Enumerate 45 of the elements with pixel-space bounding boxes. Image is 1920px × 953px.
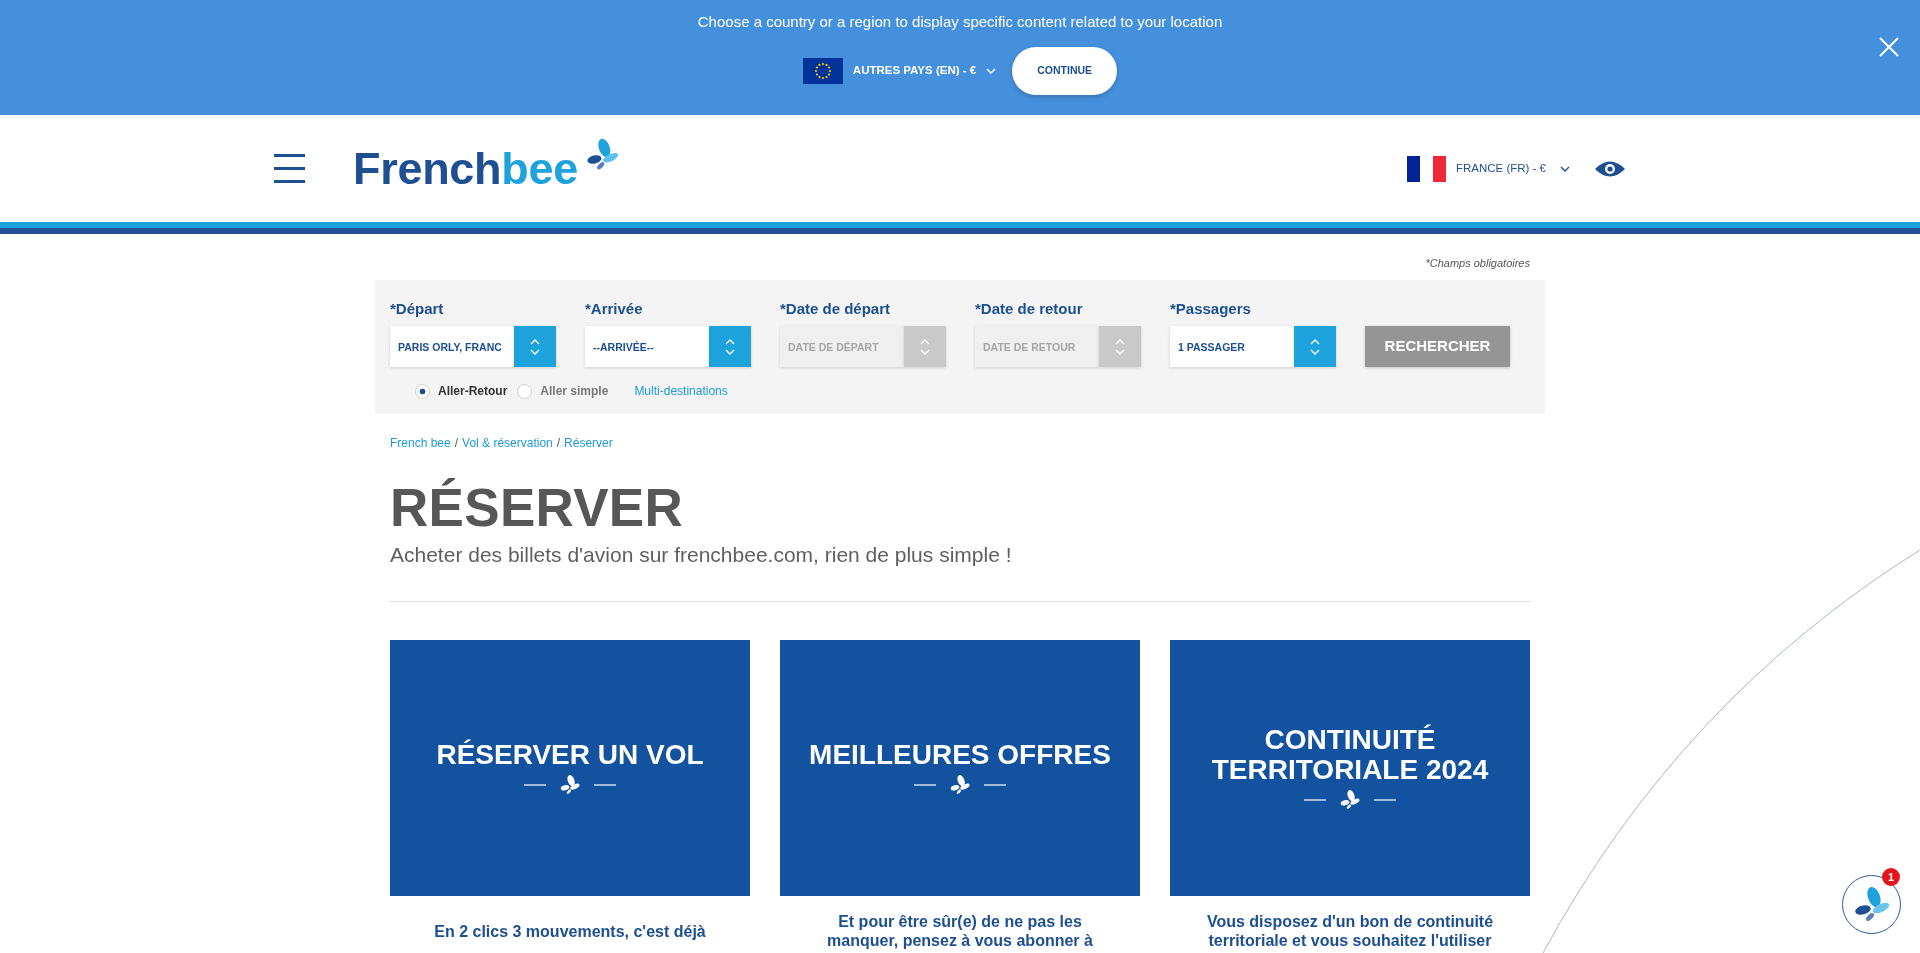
butterfly-divider-icon bbox=[524, 774, 616, 796]
butterfly-divider-icon bbox=[914, 774, 1006, 796]
promo-tile[interactable]: CONTINUITÉ TERRITORIALE 2024 bbox=[1170, 640, 1530, 896]
tile-title: MEILLEURES OFFRES bbox=[808, 740, 1112, 770]
input-field[interactable]: 1 PASSAGER bbox=[1170, 326, 1294, 367]
tile-title: CONTINUITÉ TERRITORIALE 2024 bbox=[1210, 725, 1490, 785]
menu-icon bbox=[274, 154, 305, 183]
page-title: RÉSERVER bbox=[390, 479, 685, 537]
breadcrumb-separator: / bbox=[556, 435, 561, 451]
close-icon bbox=[1879, 37, 1899, 57]
chevron-down-icon bbox=[986, 68, 997, 74]
required-note: *Champs obligatoires bbox=[1424, 256, 1531, 270]
continue-button[interactable]: CONTINUE bbox=[1012, 47, 1118, 95]
trip-type-option[interactable]: Aller simple bbox=[517, 382, 609, 400]
tile-description: Vous disposez d'un bon de continuité territoriale et vous souhaitez l'utiliser bbox=[1206, 912, 1494, 950]
dropdown-toggle[interactable] bbox=[1294, 326, 1336, 367]
input-field[interactable]: --ARRIVÉE-- bbox=[585, 326, 709, 367]
close-button[interactable] bbox=[1879, 37, 1899, 57]
tile-title: RÉSERVER UN VOL bbox=[435, 740, 705, 770]
field-label: *Passagers bbox=[1170, 300, 1252, 318]
dropdown-toggle[interactable] bbox=[514, 326, 556, 367]
butterfly-divider-icon bbox=[1304, 789, 1396, 811]
tile-description: Et pour être sûr(e) de ne pas les manquer, pensez à vous abonner à bbox=[827, 912, 1093, 950]
field-label: *Date de retour bbox=[975, 300, 1084, 318]
menu-button[interactable] bbox=[274, 154, 305, 183]
france-flag-icon bbox=[1406, 155, 1446, 182]
field-label: *Date de départ bbox=[780, 300, 892, 318]
radio-button[interactable] bbox=[517, 383, 533, 399]
language-dropdown[interactable]: FRANCE (FR) - € bbox=[1406, 155, 1570, 182]
promo-tile[interactable]: RÉSERVER UN VOL bbox=[390, 640, 750, 896]
radio-button[interactable] bbox=[415, 383, 430, 399]
tile-description: En 2 clics 3 mouvements, c'est déjà bbox=[434, 921, 706, 941]
banner-message: Choose a country or a region to display specific content related to your location bbox=[697, 12, 1223, 32]
field-label: *Départ bbox=[390, 300, 445, 318]
field-label: *Arrivée bbox=[585, 300, 644, 318]
dropdown-toggle[interactable] bbox=[709, 326, 751, 367]
promo-tile[interactable]: MEILLEURES OFFRES bbox=[780, 640, 1140, 896]
trip-type-option[interactable]: Aller-Retour bbox=[415, 382, 508, 400]
page-subtitle: Acheter des billets d'avion sur frenchbee.com, rien de plus simple ! bbox=[390, 542, 1013, 568]
eu-flag-icon bbox=[802, 58, 843, 84]
notification-badge: 1 bbox=[1882, 868, 1900, 886]
input-field[interactable]: PARIS ORLY, FRANC bbox=[390, 326, 514, 367]
brand-logo[interactable]: Frenchbee bbox=[353, 146, 578, 191]
chevron-down-icon bbox=[1560, 165, 1570, 172]
breadcrumb-separator: / bbox=[454, 435, 459, 451]
